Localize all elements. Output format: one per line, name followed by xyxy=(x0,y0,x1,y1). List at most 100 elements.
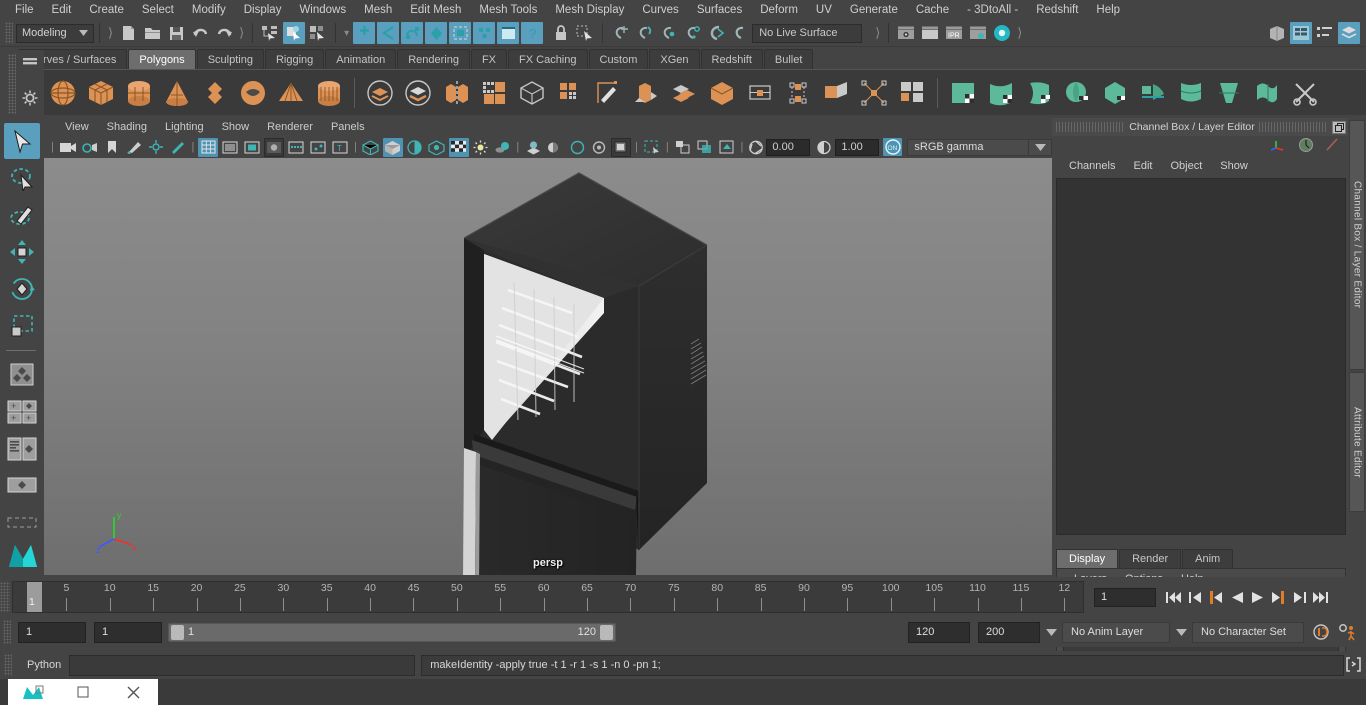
poly-plane-icon[interactable] xyxy=(197,74,233,112)
menu-item-mesh-tools[interactable]: Mesh Tools xyxy=(470,0,546,20)
anim-layer-combo[interactable]: No Anim Layer xyxy=(1062,621,1170,643)
shelf-options-gear-icon[interactable] xyxy=(22,90,38,109)
uv-snapshot-icon[interactable] xyxy=(1173,74,1209,112)
select-by-name-icon[interactable] xyxy=(574,22,596,44)
multisample-icon[interactable] xyxy=(567,138,587,157)
menu-item-redshift[interactable]: Redshift xyxy=(1027,0,1087,20)
menu-item-mesh[interactable]: Mesh xyxy=(355,0,401,20)
uv-unfold-icon[interactable] xyxy=(1135,74,1171,112)
tool-settings-icon[interactable] xyxy=(1314,22,1336,44)
range-slider-grip[interactable] xyxy=(3,620,11,644)
range-bar[interactable]: 1 120 xyxy=(168,622,616,642)
scale-tool-icon[interactable] xyxy=(4,308,40,344)
poly-sphere-icon[interactable] xyxy=(45,74,81,112)
gamma-icon[interactable] xyxy=(814,138,834,157)
viewport-menu-panels[interactable]: Panels xyxy=(322,121,374,133)
side-tab-channel-box[interactable]: Channel Box / Layer Editor xyxy=(1349,120,1365,370)
smooth-shade-icon[interactable] xyxy=(382,137,403,157)
bookmark-icon[interactable] xyxy=(102,138,122,157)
paint-select-tool-icon[interactable] xyxy=(4,197,40,233)
uv-transfer-icon[interactable] xyxy=(1249,74,1285,112)
collapse-bracket-icon-3[interactable]: ⟩ xyxy=(872,25,883,41)
use-all-lights-icon[interactable] xyxy=(427,138,447,157)
snap-to-curves-icon[interactable] xyxy=(633,22,655,44)
append-polygon-icon[interactable] xyxy=(818,74,854,112)
side-tab-attribute-editor[interactable]: Attribute Editor xyxy=(1349,372,1365,512)
show-attribute-editor-icon[interactable] xyxy=(1324,137,1340,156)
shelf-tab-redshift[interactable]: Redshift xyxy=(700,49,763,69)
xray-icon[interactable] xyxy=(642,138,662,157)
new-scene-icon[interactable] xyxy=(117,22,139,44)
film-pivot-icon[interactable] xyxy=(308,138,328,157)
character-set-combo[interactable]: No Character Set xyxy=(1192,621,1304,643)
step-forward-keyframe-icon[interactable] xyxy=(1290,586,1309,608)
lighting-icon[interactable] xyxy=(471,138,491,157)
snap-projected-center-icon[interactable] xyxy=(425,22,448,44)
boolean-difference-icon[interactable] xyxy=(400,74,436,112)
menu-item-select[interactable]: Select xyxy=(133,0,183,20)
panel-drag-handle-right[interactable] xyxy=(1258,122,1328,132)
menu-item-display[interactable]: Display xyxy=(235,0,291,20)
show-manipulators-icon[interactable] xyxy=(1270,138,1288,155)
channel-box-menu-channels[interactable]: Channels xyxy=(1060,160,1124,172)
move-tool-icon[interactable] xyxy=(4,234,40,270)
shelf-tab-animation[interactable]: Animation xyxy=(325,49,397,69)
go-to-start-icon[interactable] xyxy=(1164,586,1183,608)
component-masks-icon[interactable] xyxy=(4,431,40,467)
open-scene-icon[interactable] xyxy=(141,22,163,44)
anim-layer-dropdown-icon[interactable] xyxy=(1040,622,1062,642)
range-right-handle[interactable] xyxy=(600,624,613,640)
camera-icon[interactable] xyxy=(58,138,78,157)
menu-item-create[interactable]: Create xyxy=(80,0,133,20)
menu-item-generate[interactable]: Generate xyxy=(841,0,907,20)
channel-box-menu-object[interactable]: Object xyxy=(1161,160,1211,172)
xray-joints-icon[interactable] xyxy=(673,138,693,157)
shelf-tab-xgen[interactable]: XGen xyxy=(649,49,700,69)
shelf-tab-bullet[interactable]: Bullet xyxy=(763,49,814,69)
viewport-menu-lighting[interactable]: Lighting xyxy=(156,121,213,133)
poly-torus-icon[interactable] xyxy=(235,74,271,112)
combine-separate-icon[interactable] xyxy=(438,74,474,112)
exposure-field[interactable]: 0.00 xyxy=(766,138,811,156)
play-forwards-icon[interactable] xyxy=(1248,586,1267,608)
shadows-icon[interactable] xyxy=(492,138,512,157)
last-tool-icon[interactable] xyxy=(4,357,40,393)
snap-to-points-icon[interactable] xyxy=(657,22,679,44)
character-set-dropdown-icon[interactable] xyxy=(1170,622,1192,642)
menu-item-edit-mesh[interactable]: Edit Mesh xyxy=(401,0,470,20)
help-icon[interactable]: ? xyxy=(521,22,544,44)
poly-cube-icon[interactable] xyxy=(83,74,119,112)
render-current-frame-icon[interactable] xyxy=(895,22,917,44)
maya-app-icon[interactable] xyxy=(8,683,58,701)
menu-item-windows[interactable]: Windows xyxy=(290,0,355,20)
render-settings-icon[interactable] xyxy=(967,22,989,44)
menu-set-selector[interactable]: Modeling xyxy=(16,23,94,43)
snap-curve-icon[interactable] xyxy=(377,22,400,44)
resolution-gate-icon[interactable] xyxy=(242,138,262,157)
snap-points-cloud-icon[interactable] xyxy=(473,22,496,44)
animation-preferences-icon[interactable] xyxy=(1334,623,1360,641)
select-object-icon[interactable] xyxy=(283,22,306,44)
snap-to-view-planes-icon[interactable] xyxy=(729,22,751,44)
motion-blur-icon[interactable] xyxy=(545,138,565,157)
grease-pencil-icon[interactable] xyxy=(168,138,188,157)
bridge-icon[interactable] xyxy=(704,74,740,112)
viewport-texture-icon[interactable] xyxy=(717,138,737,157)
menu-item-cache[interactable]: Cache xyxy=(907,0,958,20)
screen-space-ao-icon[interactable] xyxy=(523,138,543,157)
menu-item-deform[interactable]: Deform xyxy=(751,0,807,20)
grid-icon[interactable] xyxy=(198,137,219,157)
go-to-end-icon[interactable] xyxy=(1311,586,1330,608)
range-start-field[interactable]: 1 xyxy=(94,621,162,643)
menu-item-file[interactable]: File xyxy=(6,0,43,20)
gamma-field[interactable]: 1.00 xyxy=(835,138,880,156)
menu-item-surfaces[interactable]: Surfaces xyxy=(688,0,751,20)
image-plane-icon[interactable] xyxy=(124,138,144,157)
poly-select-masks-icon[interactable]: + + + xyxy=(4,394,40,430)
poly-prism-icon[interactable] xyxy=(311,74,347,112)
channel-box-menu-show[interactable]: Show xyxy=(1211,160,1257,172)
channel-box-menu-edit[interactable]: Edit xyxy=(1124,160,1161,172)
viewport-3d-canvas[interactable]: y x z persp xyxy=(44,158,1052,575)
exposure-icon[interactable] xyxy=(747,138,765,157)
object-masks-icon[interactable] xyxy=(4,468,40,504)
